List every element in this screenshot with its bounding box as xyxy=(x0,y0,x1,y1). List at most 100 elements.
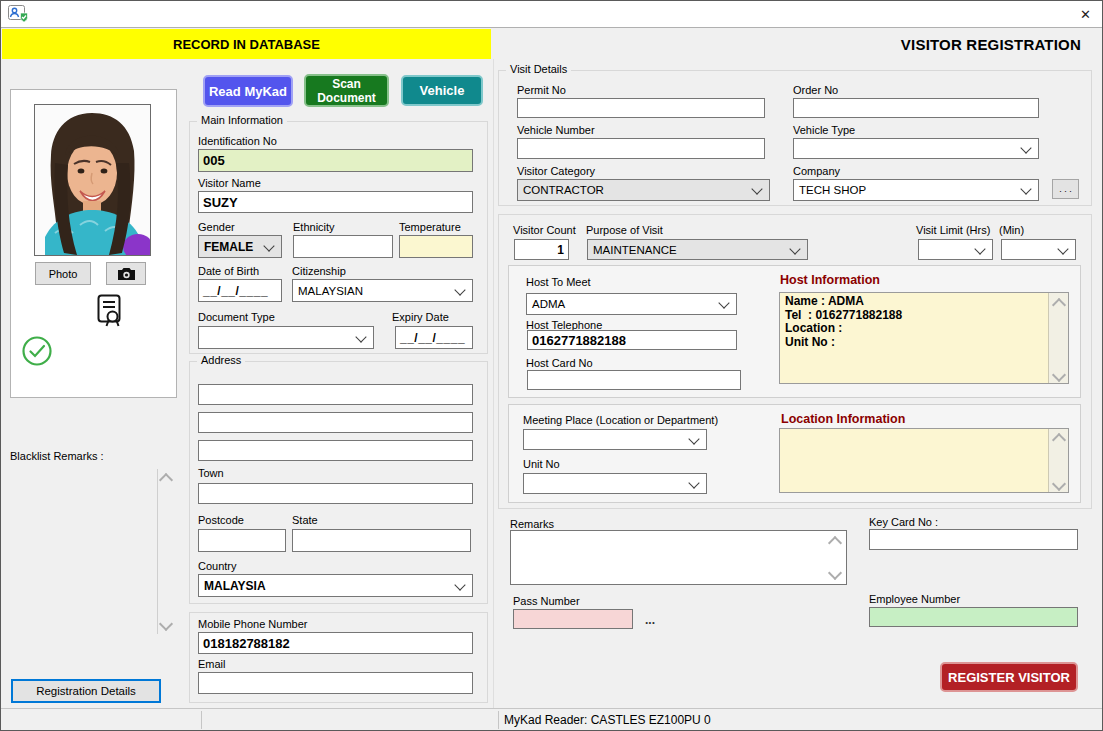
title-bar xyxy=(1,1,1102,27)
document-type-label: Document Type xyxy=(198,311,275,323)
key-card-input[interactable] xyxy=(869,529,1078,550)
status-separator-2 xyxy=(498,711,499,729)
citizenship-select[interactable]: MALAYSIAN xyxy=(292,279,473,302)
host-information-box: Name : ADMA Tel : 0162771882188 Location… xyxy=(779,292,1069,384)
titlebar-divider xyxy=(1,27,1102,28)
address-line2-input[interactable] xyxy=(198,412,473,433)
country-value: MALAYSIA xyxy=(204,579,266,593)
company-select[interactable]: TECH SHOP xyxy=(793,179,1039,201)
purpose-value: MAINTENANCE xyxy=(593,244,677,256)
host-card-no-input[interactable] xyxy=(527,370,741,390)
vehicle-button[interactable]: Vehicle xyxy=(401,75,483,106)
pass-number-input[interactable] xyxy=(513,609,633,629)
document-type-select[interactable] xyxy=(198,326,374,349)
visitor-category-label: Visitor Category xyxy=(517,165,595,177)
host-card-no-label: Host Card No xyxy=(526,357,593,369)
camera-button[interactable] xyxy=(106,262,146,285)
register-visitor-label: REGISTER VISITOR xyxy=(948,670,1070,685)
meeting-place-select[interactable] xyxy=(523,429,707,450)
purpose-label: Purpose of Visit xyxy=(586,224,663,236)
close-button[interactable]: ✕ xyxy=(1069,1,1102,27)
chevron-down-icon xyxy=(688,433,699,444)
state-input[interactable] xyxy=(292,529,471,552)
app-icon xyxy=(8,4,28,23)
read-mykad-label: Read MyKad xyxy=(209,84,287,99)
record-banner: RECORD IN DATABASE xyxy=(2,29,491,59)
country-label: Country xyxy=(198,560,237,572)
company-value: TECH SHOP xyxy=(799,184,866,196)
verified-check-icon xyxy=(21,335,53,367)
purpose-select[interactable]: MAINTENANCE xyxy=(587,239,808,260)
address-line3-input[interactable] xyxy=(198,440,473,461)
camera-icon xyxy=(117,267,136,281)
identification-no-input[interactable]: 005 xyxy=(198,149,473,172)
host-telephone-input[interactable]: 0162771882188 xyxy=(527,330,737,350)
host-information-title: Host Information xyxy=(780,273,880,287)
min-label: (Min) xyxy=(999,224,1024,236)
scroll-up-icon[interactable] xyxy=(159,473,173,487)
visitor-name-label: Visitor Name xyxy=(198,177,261,189)
scan-document-label: Scan Document xyxy=(312,77,381,105)
min-select[interactable] xyxy=(1001,239,1076,260)
unit-no-select[interactable] xyxy=(523,473,707,494)
citizenship-label: Citizenship xyxy=(292,265,346,277)
temperature-input[interactable] xyxy=(399,235,473,258)
chevron-down-icon xyxy=(1020,142,1031,153)
employee-number-label: Employee Number xyxy=(869,593,960,605)
scroll-down-icon[interactable] xyxy=(159,617,173,631)
key-card-label: Key Card No : xyxy=(869,516,938,528)
scan-document-button[interactable]: Scan Document xyxy=(304,74,389,107)
chevron-down-icon xyxy=(1057,243,1068,254)
registration-details-button[interactable]: Registration Details xyxy=(11,679,161,703)
pass-more-button[interactable]: ... xyxy=(645,614,655,626)
date-of-birth-input[interactable]: __/__/____ xyxy=(198,279,282,302)
blacklist-remarks-label: Blacklist Remarks : xyxy=(10,450,104,462)
order-no-input[interactable] xyxy=(793,98,1039,118)
register-visitor-button[interactable]: REGISTER VISITOR xyxy=(940,662,1078,692)
main-information-title: Main Information xyxy=(197,114,287,127)
read-mykad-button[interactable]: Read MyKad xyxy=(203,75,293,107)
expiry-date-input[interactable]: __/__/____ xyxy=(395,326,473,349)
status-separator-1 xyxy=(201,711,202,729)
gender-select[interactable]: FEMALE xyxy=(198,235,282,258)
address-line1-input[interactable] xyxy=(198,384,473,405)
visitor-category-select[interactable]: CONTRACTOR xyxy=(517,179,770,201)
host-to-meet-select[interactable]: ADMA xyxy=(526,293,737,315)
chevron-down-icon xyxy=(454,579,465,590)
temperature-label: Temperature xyxy=(399,221,461,233)
visitor-name-input[interactable]: SUZY xyxy=(198,191,473,213)
permit-no-label: Permit No xyxy=(517,84,566,96)
registration-details-label: Registration Details xyxy=(36,685,136,697)
company-more-button[interactable]: . . . xyxy=(1052,179,1079,199)
blacklist-scrollbar[interactable] xyxy=(157,469,158,634)
town-input[interactable] xyxy=(198,483,473,504)
permit-no-input[interactable] xyxy=(517,98,765,118)
visitor-category-value: CONTRACTOR xyxy=(523,184,604,196)
country-select[interactable]: MALAYSIA xyxy=(198,574,473,597)
identification-no-label: Identification No xyxy=(198,135,277,147)
chevron-down-icon xyxy=(718,297,729,308)
vehicle-type-select[interactable] xyxy=(793,138,1039,159)
ethnicity-input[interactable] xyxy=(293,235,393,258)
vehicle-type-label: Vehicle Type xyxy=(793,124,855,136)
photo-button[interactable]: Photo xyxy=(35,262,91,285)
pass-number-label: Pass Number xyxy=(513,595,580,607)
remarks-label: Remarks xyxy=(510,518,554,530)
chevron-down-icon xyxy=(1020,183,1031,194)
order-no-label: Order No xyxy=(793,84,838,96)
expiry-date-label: Expiry Date xyxy=(392,311,449,323)
vehicle-number-input[interactable] xyxy=(517,138,765,159)
chevron-down-icon xyxy=(789,243,800,254)
email-input[interactable] xyxy=(198,672,473,694)
visit-limit-select[interactable] xyxy=(918,239,993,260)
visit-details-title: Visit Details xyxy=(506,63,571,76)
host-to-meet-value: ADMA xyxy=(532,298,565,310)
visitor-registration-window: ✕ RECORD IN DATABASE VISITOR REGISTRATIO… xyxy=(0,0,1103,731)
visitor-count-input[interactable]: 1 xyxy=(514,239,569,260)
postcode-input[interactable] xyxy=(198,529,286,552)
meeting-place-label: Meeting Place (Location or Department) xyxy=(523,414,718,426)
employee-number-input[interactable] xyxy=(869,607,1078,627)
remarks-input[interactable] xyxy=(510,530,847,585)
town-label: Town xyxy=(198,467,224,479)
mobile-input[interactable]: 018182788182 xyxy=(198,632,473,654)
